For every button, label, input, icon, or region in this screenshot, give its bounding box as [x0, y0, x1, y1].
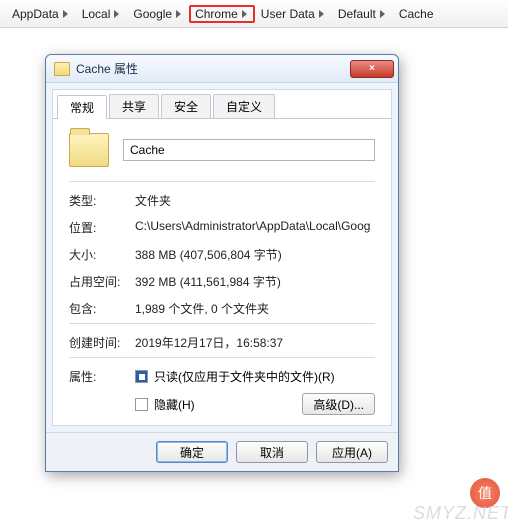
folder-large-icon: [69, 133, 109, 167]
breadcrumb-item[interactable]: Google: [127, 5, 189, 23]
value-size: 388 MB (407,506,804 字节): [135, 246, 375, 263]
properties-dialog: Cache 属性 × 常规 共享 安全 自定义 类型: 文件夹 位置: C:\U…: [45, 54, 399, 472]
label-contains: 包含:: [69, 300, 135, 317]
value-contains: 1,989 个文件, 0 个文件夹: [135, 300, 375, 317]
crumb-label: Cache: [399, 7, 434, 21]
breadcrumb-item[interactable]: Local: [76, 5, 128, 23]
dialog-button-row: 确定 取消 应用(A): [46, 432, 398, 471]
close-icon: ×: [369, 63, 375, 74]
chevron-right-icon: [176, 10, 181, 18]
tab-customize[interactable]: 自定义: [213, 94, 275, 118]
tabstrip: 常规 共享 安全 自定义: [53, 90, 391, 119]
label-size-on-disk: 占用空间:: [69, 273, 135, 290]
crumb-label: Default: [338, 7, 376, 21]
label-created: 创建时间:: [69, 334, 135, 351]
label-type: 类型:: [69, 192, 135, 209]
chevron-right-icon: [63, 10, 68, 18]
hidden-checkbox[interactable]: [135, 398, 148, 411]
ok-button[interactable]: 确定: [156, 441, 228, 463]
divider: [69, 357, 375, 358]
dialog-body: 常规 共享 安全 自定义 类型: 文件夹 位置: C:\Users\Admini…: [52, 89, 392, 426]
advanced-button[interactable]: 高级(D)...: [302, 393, 375, 415]
titlebar[interactable]: Cache 属性 ×: [46, 55, 398, 83]
value-location: C:\Users\Administrator\AppData\Local\Goo…: [135, 219, 375, 233]
breadcrumb: AppData Local Google Chrome User Data De…: [0, 0, 508, 28]
crumb-label: Local: [82, 7, 111, 21]
breadcrumb-item[interactable]: AppData: [6, 5, 76, 23]
readonly-checkbox[interactable]: [135, 370, 148, 383]
readonly-label: 只读(仅应用于文件夹中的文件)(R): [154, 368, 335, 385]
hidden-label: 隐藏(H): [154, 396, 195, 413]
breadcrumb-item-highlighted[interactable]: Chrome: [189, 5, 255, 23]
chevron-right-icon: [319, 10, 324, 18]
label-attributes: 属性:: [69, 368, 135, 385]
chevron-right-icon: [380, 10, 385, 18]
cancel-button[interactable]: 取消: [236, 441, 308, 463]
value-type: 文件夹: [135, 192, 375, 209]
crumb-label: User Data: [261, 7, 315, 21]
divider: [69, 323, 375, 324]
tab-panel-general: 类型: 文件夹 位置: C:\Users\Administrator\AppDa…: [53, 119, 391, 425]
breadcrumb-item[interactable]: User Data: [255, 5, 332, 23]
dialog-title: Cache 属性: [76, 60, 138, 77]
watermark-text: SMYZ.NET: [413, 503, 508, 524]
crumb-label: Chrome: [195, 7, 238, 21]
value-created: 2019年12月17日，16:58:37: [135, 334, 375, 351]
label-location: 位置:: [69, 219, 135, 236]
folder-name-input[interactable]: [123, 139, 375, 161]
apply-button[interactable]: 应用(A): [316, 441, 388, 463]
tab-general[interactable]: 常规: [57, 95, 107, 119]
chevron-right-icon: [114, 10, 119, 18]
breadcrumb-item[interactable]: Default: [332, 5, 393, 23]
crumb-label: AppData: [12, 7, 59, 21]
chevron-right-icon: [242, 10, 247, 18]
tab-security[interactable]: 安全: [161, 94, 211, 118]
tab-sharing[interactable]: 共享: [109, 94, 159, 118]
crumb-label: Google: [133, 7, 172, 21]
close-button[interactable]: ×: [350, 60, 394, 78]
divider: [69, 181, 375, 182]
label-size: 大小:: [69, 246, 135, 263]
folder-icon: [54, 62, 70, 76]
breadcrumb-item[interactable]: Cache: [393, 5, 440, 23]
value-size-on-disk: 392 MB (411,561,984 字节): [135, 273, 375, 290]
